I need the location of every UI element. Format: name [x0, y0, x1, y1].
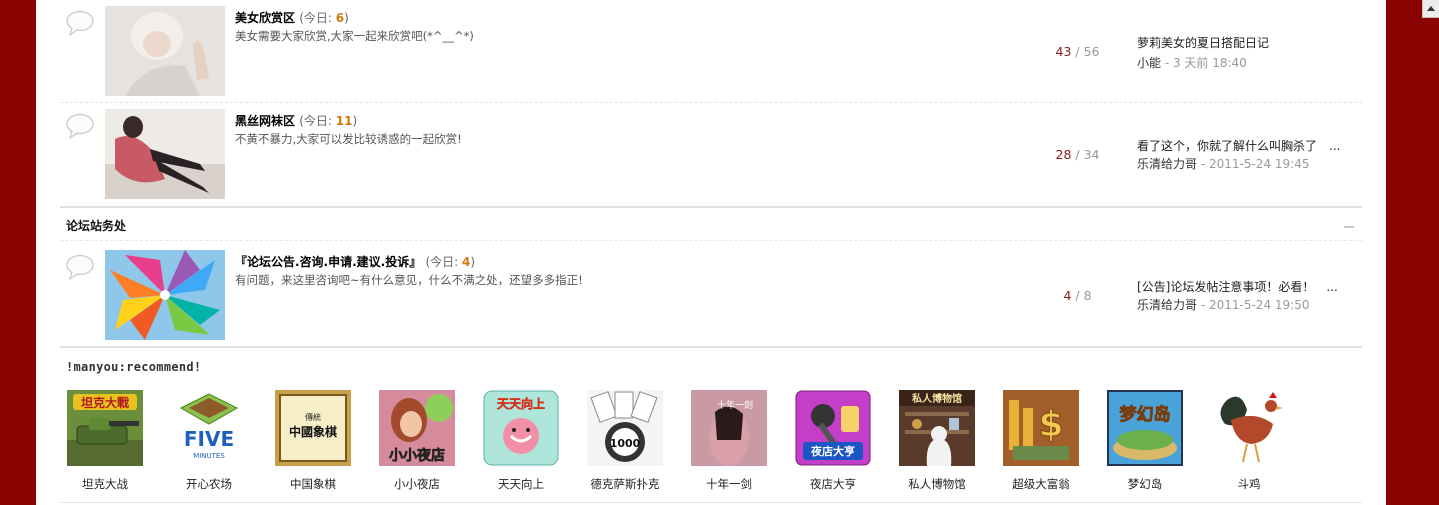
app-item[interactable]: 小小夜店 小小夜店 — [367, 390, 467, 492]
svg-text:梦幻岛: 梦幻岛 — [1120, 404, 1171, 425]
last-post-meta: 小能 - 3 天前 18:40 — [1137, 56, 1247, 70]
svg-text:私人博物馆: 私人博物馆 — [911, 392, 962, 405]
app-item[interactable]: 天天向上 天天向上 — [471, 390, 571, 492]
svg-text:小小夜店: 小小夜店 — [389, 447, 445, 464]
collapse-toggle-icon[interactable] — [1344, 226, 1354, 228]
bottom-divider — [60, 502, 1362, 503]
forum-name-link[interactable]: 黑丝网袜区 — [235, 114, 295, 128]
app-label[interactable]: 开心农场 — [159, 476, 259, 492]
forum-name-link[interactable]: 『论坛公告.咨询.申请.建议.投诉』 — [235, 255, 421, 269]
today-count: (今日: 6) — [299, 11, 349, 25]
last-post-user[interactable]: 乐清给力哥 — [1137, 157, 1197, 171]
little-nightclub-icon[interactable]: 小小夜店 — [379, 390, 455, 466]
dream-island-icon[interactable]: 梦幻岛 — [1107, 390, 1183, 466]
app-label[interactable]: 超级大富翁 — [991, 476, 1091, 492]
app-label[interactable]: 坦克大战 — [55, 476, 155, 492]
forum-title[interactable]: 黑丝网袜区 (今日: 11) — [235, 112, 357, 129]
cockfight-icon[interactable] — [1211, 390, 1287, 466]
forum-thumbnail-stockings[interactable] — [105, 109, 225, 199]
last-post-user[interactable]: 乐清给力哥 — [1137, 298, 1197, 312]
last-post-title[interactable]: [公告]论坛发帖注意事项！必看！ ... — [1137, 278, 1338, 295]
forum-status-bubble-icon — [66, 10, 94, 36]
last-post-title[interactable]: 萝莉美女的夏日搭配日记 — [1137, 34, 1269, 51]
section-divider — [60, 346, 1362, 348]
forum-description: 有问题，来这里咨询吧~有什么意见，什么不满之处，还望多多指正! — [235, 273, 583, 287]
app-label[interactable]: 德克萨斯扑克 — [575, 476, 675, 492]
app-item[interactable]: 梦幻岛 梦幻岛 — [1095, 390, 1195, 492]
forum-row-service: 『论坛公告.咨询.申请.建议.投诉』 (今日: 4) 有问题，来这里咨询吧~有什… — [60, 250, 1362, 346]
today-count: (今日: 4) — [425, 255, 476, 269]
app-item[interactable]: 十年一劍 十年一剑 — [679, 390, 779, 492]
forum-description: 不黄不暴力,大家可以发比较诱惑的一起欣赏! — [235, 132, 462, 146]
svg-text:中國象棋: 中國象棋 — [289, 424, 337, 439]
nightclub-tycoon-icon[interactable]: 夜店大亨 — [795, 390, 871, 466]
forum-thumbnail-pinwheel[interactable] — [105, 250, 225, 340]
forum-title[interactable]: 『论坛公告.咨询.申请.建议.投诉』 (今日: 4) — [235, 253, 475, 270]
forum-row-beauty: 美女欣赏区 (今日: 6) 美女需要大家欣赏,大家一起来欣赏吧(*^__^*) … — [60, 6, 1362, 103]
ten-year-sword-icon[interactable]: 十年一劍 — [691, 390, 767, 466]
app-label[interactable]: 私人博物馆 — [887, 476, 987, 492]
svg-text:坦克大戰: 坦克大戰 — [81, 395, 129, 410]
forum-description: 美女需要大家欣赏,大家一起来欣赏吧(*^__^*) — [235, 29, 474, 43]
last-post-title[interactable]: 看了这个，你就了解什么叫胸杀了 ... — [1137, 137, 1340, 154]
thread-post-count: 4 / 8 — [1063, 288, 1092, 303]
texas-poker-icon[interactable]: 1000 — [587, 390, 663, 466]
svg-text:FIVE: FIVE — [184, 427, 234, 451]
thread-post-count: 28 / 34 — [1055, 147, 1100, 162]
last-post-user[interactable]: 小能 — [1137, 56, 1161, 70]
forum-status-bubble-icon — [66, 113, 94, 139]
svg-text:$: $ — [1038, 404, 1063, 445]
app-item[interactable]: 坦克大戰 坦克大战 — [55, 390, 155, 492]
app-item[interactable]: 傳統 中國象棋 中国象棋 — [263, 390, 363, 492]
super-monopoly-icon[interactable]: $ — [1003, 390, 1079, 466]
app-item[interactable]: $ 超级大富翁 — [991, 390, 1091, 492]
forum-page: 美女欣赏区 (今日: 6) 美女需要大家欣赏,大家一起来欣赏吧(*^__^*) … — [36, 0, 1386, 505]
app-item[interactable]: FIVE MINUTES 开心农场 — [159, 390, 259, 492]
forum-status-bubble-icon — [66, 254, 94, 280]
section-title[interactable]: 论坛站务处 — [66, 217, 126, 234]
app-label[interactable]: 十年一剑 — [679, 476, 779, 492]
forum-title[interactable]: 美女欣赏区 (今日: 6) — [235, 9, 349, 26]
up-arrow-icon — [1427, 6, 1435, 11]
scrollbar-up-arrow-icon[interactable] — [1422, 0, 1439, 18]
forum-name-link[interactable]: 美女欣赏区 — [235, 11, 295, 25]
app-label[interactable]: 天天向上 — [471, 476, 571, 492]
last-post-meta: 乐清给力哥 - 2011-5-24 19:45 — [1137, 157, 1310, 171]
svg-text:MINUTES: MINUTES — [193, 452, 225, 460]
svg-text:十年一劍: 十年一劍 — [717, 399, 753, 411]
app-label[interactable]: 小小夜店 — [367, 476, 467, 492]
app-label[interactable]: 梦幻岛 — [1095, 476, 1195, 492]
last-post-meta: 乐清给力哥 - 2011-5-24 19:50 — [1137, 298, 1310, 312]
section-divider — [60, 206, 1362, 208]
tank-battle-icon[interactable]: 坦克大戰 — [67, 390, 143, 466]
chinese-chess-icon[interactable]: 傳統 中國象棋 — [275, 390, 351, 466]
forum-thumbnail-beauty[interactable] — [105, 6, 225, 96]
thread-post-count: 43 / 56 — [1055, 44, 1100, 59]
today-count: (今日: 11) — [299, 114, 358, 128]
tiantian-xiangshang-icon[interactable]: 天天向上 — [483, 390, 559, 466]
svg-text:1000: 1000 — [610, 437, 641, 450]
app-label[interactable]: 夜店大亨 — [783, 476, 883, 492]
app-item[interactable]: 1000 德克萨斯扑克 — [575, 390, 675, 492]
happy-farm-icon[interactable]: FIVE MINUTES — [171, 390, 247, 466]
app-label[interactable]: 中国象棋 — [263, 476, 363, 492]
app-item[interactable]: 夜店大亨 夜店大亨 — [783, 390, 883, 492]
private-museum-icon[interactable]: 私人博物馆 — [899, 390, 975, 466]
svg-text:夜店大亨: 夜店大亨 — [810, 444, 855, 458]
app-item[interactable]: 私人博物馆 私人博物馆 — [887, 390, 987, 492]
forum-row-stockings: 黑丝网袜区 (今日: 11) 不黄不暴力,大家可以发比较诱惑的一起欣赏! 28 … — [60, 109, 1362, 205]
section-header-divider — [60, 240, 1362, 241]
app-item[interactable]: 斗鸡 — [1199, 390, 1299, 492]
recommend-title: !manyou:recommend! — [66, 360, 202, 374]
svg-text:天天向上: 天天向上 — [497, 396, 545, 411]
app-label[interactable]: 斗鸡 — [1199, 476, 1299, 492]
svg-text:傳統: 傳統 — [305, 412, 321, 422]
app-list: 坦克大戰 坦克大战 FIVE MINUTES 开心农场 傳統 中國象棋 中国象棋 — [66, 390, 1316, 495]
